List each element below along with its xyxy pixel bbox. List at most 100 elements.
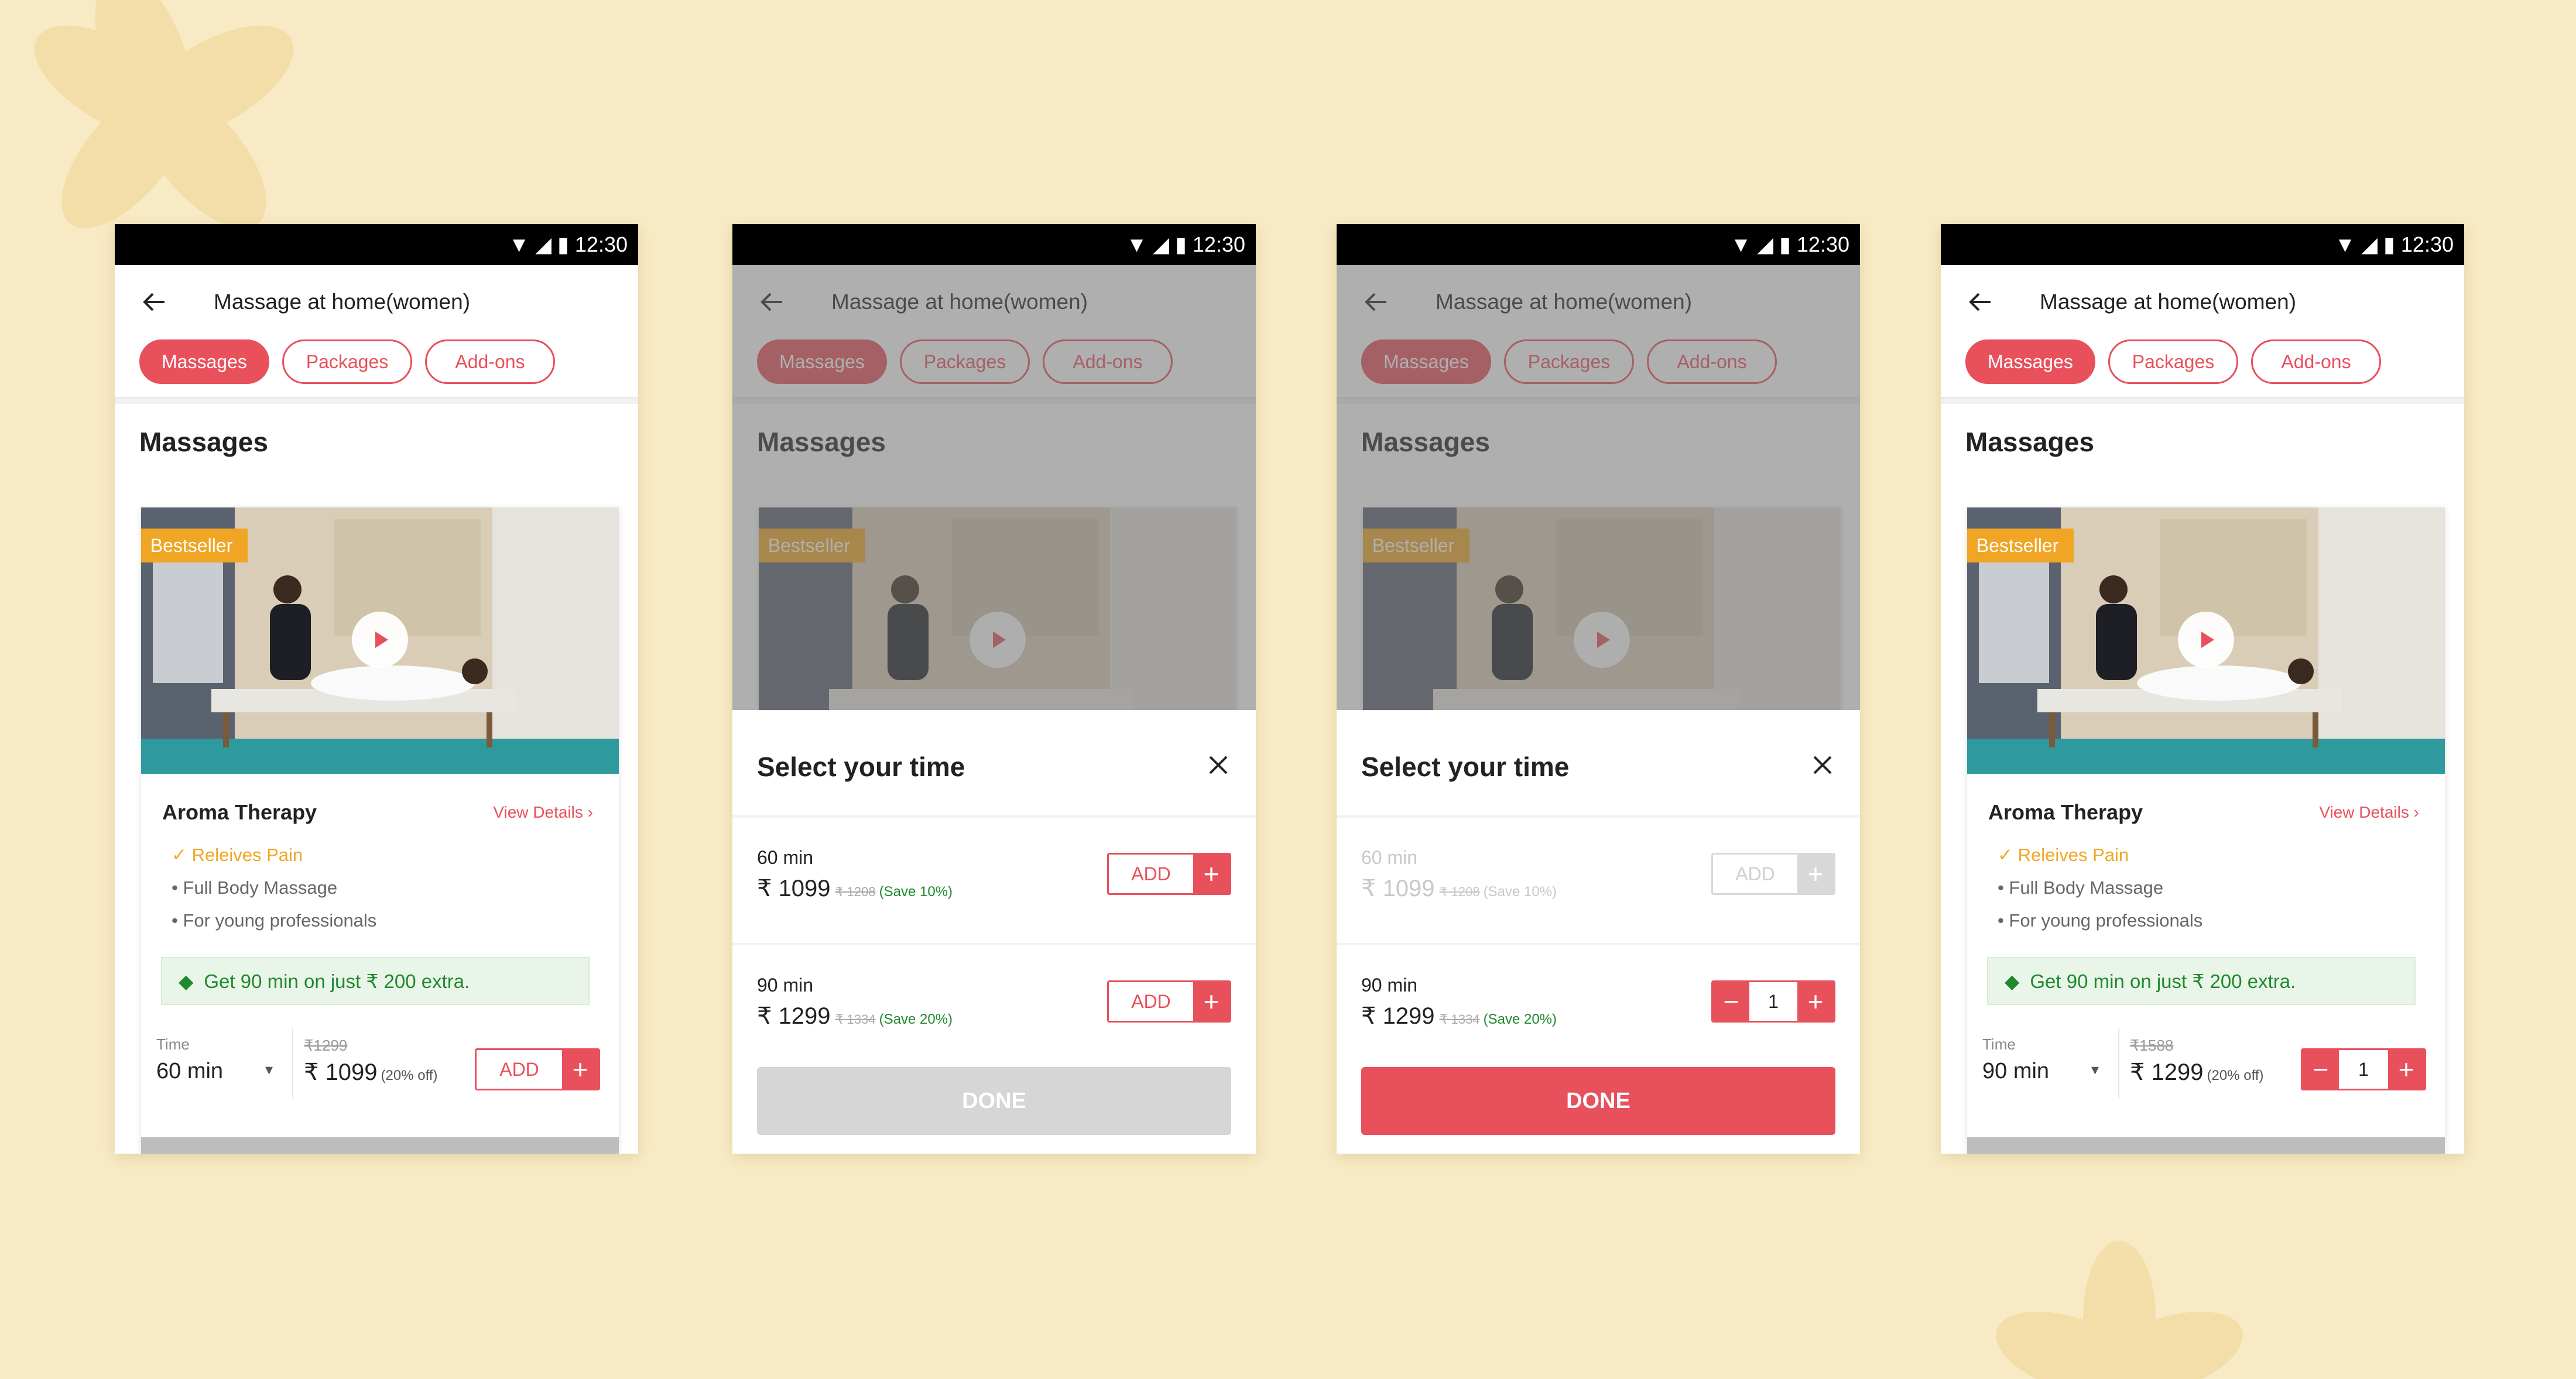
time-value: 60 min [156, 1059, 224, 1083]
section-heading: Massages [1965, 427, 2094, 457]
section-heading: Massages [139, 427, 268, 457]
price-value: ₹ 1099 [1361, 876, 1435, 901]
status-bar: ▼ ◢ ▮ 12:30 [1337, 224, 1860, 265]
status-bar: ▼ ◢ ▮ 12:30 [732, 224, 1256, 265]
promo-text: Get 90 min on just ₹ 200 extra. [2030, 970, 2296, 992]
battery-icon: ▮ [557, 232, 569, 256]
check-icon: ✓ [1998, 845, 2018, 865]
tab-add-ons[interactable]: Add-ons [2251, 339, 2381, 384]
plus-icon: + [1193, 982, 1229, 1021]
back-arrow-icon[interactable] [1967, 289, 1993, 315]
option-duration: 90 min [1361, 975, 1418, 996]
play-icon[interactable] [352, 612, 408, 668]
feature-highlight: ✓ Releives Pain [1998, 845, 2129, 866]
price-value: ₹ 1299 [757, 1003, 831, 1029]
wifi-icon: ▼ [508, 232, 530, 256]
battery-icon: ▮ [1779, 232, 1791, 256]
caret-down-icon: ▾ [2091, 1061, 2099, 1078]
view-details-link[interactable]: View Details › [493, 803, 593, 822]
time-selector[interactable]: Time 90 min ▾ [1980, 1028, 2115, 1099]
view-details-link[interactable]: View Details › [2319, 803, 2419, 822]
done-button[interactable]: DONE [1361, 1067, 1835, 1135]
divider [1941, 397, 2464, 404]
status-time: 12:30 [1192, 232, 1245, 256]
feature-item: • For young professionals [172, 910, 377, 931]
feature-highlight: ✓ Releives Pain [172, 845, 303, 866]
quantity-value: 1 [2339, 1050, 2388, 1089]
minus-button[interactable]: − [2303, 1050, 2339, 1089]
time-picker-sheet: Select your time 60 min ₹ 1099 ₹ 1208 (Sav… [732, 710, 1256, 1154]
plus-icon: + [1193, 855, 1229, 893]
quantity-stepper: − 1 + [2301, 1048, 2426, 1090]
tab-massages[interactable]: Massages [1965, 339, 2095, 384]
tab-packages[interactable]: Packages [2108, 339, 2238, 384]
signal-icon: ◢ [2361, 232, 2378, 256]
play-icon[interactable] [2178, 612, 2234, 668]
option-duration: 60 min [757, 847, 814, 868]
time-label: Time [156, 1035, 190, 1053]
feature-text: For young professionals [183, 910, 377, 931]
feature-text: Full Body Massage [2009, 877, 2164, 898]
close-icon[interactable] [1205, 752, 1231, 778]
flower-decoration [34, 0, 294, 229]
quantity-stepper: − 1 + [1711, 980, 1835, 1023]
tab-massages[interactable]: Massages [139, 339, 269, 384]
service-card[interactable]: Bestseller Aroma Therapy View Details › … [1967, 507, 2445, 1151]
phone-screen-1: ▼ ◢ ▮ 12:30 Massage at home(women) Massa… [115, 224, 638, 1154]
time-label: Time [1982, 1035, 2016, 1053]
savings-text: (Save 10%) [1483, 884, 1557, 900]
chevron-right-icon: › [587, 803, 593, 821]
minus-button[interactable]: − [1713, 982, 1749, 1021]
status-time: 12:30 [574, 232, 628, 256]
next-card-peek [141, 1137, 619, 1154]
service-card[interactable]: Bestseller Aroma Therapy View Details › … [141, 507, 619, 1151]
signal-icon: ◢ [1153, 232, 1170, 256]
discount-text: (20% off) [2207, 1068, 2264, 1083]
done-button-disabled: DONE [757, 1067, 1231, 1135]
feature-item: • Full Body Massage [172, 877, 338, 898]
savings-text: (Save 20%) [1483, 1011, 1557, 1027]
add-label: ADD [1109, 982, 1193, 1021]
option-duration: 60 min [1361, 847, 1418, 868]
add-button[interactable]: ADD + [1107, 980, 1231, 1023]
add-button[interactable]: ADD + [475, 1048, 600, 1090]
signal-icon: ◢ [535, 232, 552, 256]
price-value: ₹ 1099 [757, 876, 831, 901]
original-price: ₹ 1208 [835, 884, 876, 899]
feature-text: Releives Pain [2017, 845, 2129, 865]
current-price: ₹ 1099 (20% off) [304, 1059, 437, 1086]
price-value: ₹ 1299 [2130, 1059, 2204, 1085]
price-value: ₹ 1099 [304, 1059, 378, 1085]
page-title: Massage at home(women) [2040, 289, 2297, 314]
plus-button[interactable]: + [2388, 1050, 2424, 1089]
time-value: 90 min [1982, 1059, 2050, 1083]
back-arrow-icon[interactable] [141, 289, 167, 315]
plus-button[interactable]: + [1797, 982, 1834, 1021]
tag-icon: ◆ [179, 970, 194, 992]
feature-text: For young professionals [2009, 910, 2203, 931]
tab-add-ons[interactable]: Add-ons [425, 339, 555, 384]
time-option-disabled: 60 min ₹ 1099 ₹ 1208 (Save 10%) ADD + [1337, 815, 1860, 938]
sheet-title: Select your time [1361, 752, 1570, 782]
app-bar: Massage at home(women) [1941, 265, 2464, 338]
savings-text: (Save 20%) [879, 1011, 953, 1027]
promo-banner: ◆ Get 90 min on just ₹ 200 extra. [161, 957, 590, 1005]
time-selector[interactable]: Time 60 min ▾ [154, 1028, 289, 1099]
status-time: 12:30 [1796, 232, 1849, 256]
status-bar: ▼ ◢ ▮ 12:30 [1941, 224, 2464, 265]
add-button[interactable]: ADD + [1107, 853, 1231, 895]
tab-packages[interactable]: Packages [282, 339, 412, 384]
add-label: ADD [477, 1050, 562, 1089]
service-video-thumbnail[interactable]: Bestseller [1967, 507, 2445, 774]
discount-text: (20% off) [381, 1068, 438, 1083]
time-option: 60 min ₹ 1099 ₹ 1208 (Save 10%) ADD + [732, 815, 1256, 938]
close-icon[interactable] [1810, 752, 1835, 778]
original-price: ₹1588 [2130, 1037, 2174, 1054]
phone-screen-2: ▼ ◢ ▮ 12:30 Massage at home(women) Massa… [732, 224, 1256, 1154]
view-details-label: View Details [493, 803, 583, 821]
service-video-thumbnail[interactable]: Bestseller [141, 507, 619, 774]
divider [115, 397, 638, 404]
flower-decoration [1996, 1241, 2243, 1379]
original-price: ₹ 1208 [1439, 884, 1480, 899]
promo-banner: ◆ Get 90 min on just ₹ 200 extra. [1987, 957, 2416, 1005]
